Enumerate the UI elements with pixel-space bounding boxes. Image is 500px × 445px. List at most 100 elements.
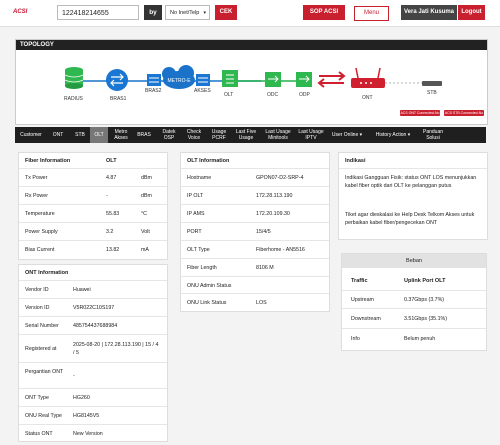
table-row: Tx Power 4.87 dBm	[19, 168, 167, 187]
tab-bras[interactable]: BRAS	[134, 127, 154, 143]
radius-label: RADIUS	[64, 96, 83, 102]
odp-icon	[296, 72, 312, 87]
table-row: ONT Type HG260	[19, 388, 167, 407]
load-col-traffic: Traffic	[351, 278, 368, 284]
load-panel: Beban Traffic Uplink Port OLT Upstream 0…	[341, 253, 487, 351]
stb-label: STB	[427, 90, 437, 96]
tab-user-online[interactable]: User Online ▾	[329, 127, 365, 143]
row-key: Power Supply	[25, 229, 58, 235]
ont-info-panel: ONT Information Vendor ID Huawei Version…	[18, 264, 168, 442]
row-key: Tx Power	[25, 175, 48, 181]
search-type-value: No Inet/Telp	[170, 10, 200, 16]
search-type-select[interactable]: No Inet/Telp ▾	[165, 5, 210, 20]
table-row: Info Belum penuh	[342, 328, 486, 349]
table-row: Version ID V5R022C10S197	[19, 298, 167, 317]
radius-icon	[64, 67, 84, 89]
row-key: Temperature	[25, 211, 55, 217]
table-row: OLT Type Fiberhome - AN5516	[181, 240, 329, 259]
row-value: 485754437688984	[73, 323, 118, 329]
tab-stb[interactable]: STB	[70, 127, 90, 143]
tab-panduan-solusi[interactable]: Panduan Solusi	[419, 127, 447, 143]
bras1-router-icon	[106, 69, 128, 91]
tab-last-usage-minitools[interactable]: Last Usage Minitools	[262, 127, 294, 143]
tab-ont[interactable]: ONT	[47, 127, 69, 143]
table-row: Power Supply 3.2 Volt	[19, 222, 167, 241]
odc-label: ODC	[267, 92, 279, 98]
row-unit: °C	[141, 211, 147, 217]
table-row: Vendor ID Huawei	[19, 280, 167, 299]
ont-label: ONT	[362, 95, 373, 101]
indication-panel: Indikasi Indikasi Gangguan Fisik: status…	[338, 152, 488, 240]
row-value: 15/4/5	[256, 229, 271, 235]
connection-arrows-icon	[317, 71, 346, 88]
tab-bar: Customer ONT STB OLT Metro Akses BRAS Da…	[15, 127, 486, 143]
indication-action-text: Tiket agar dieskalasi ke Help Desk Telko…	[345, 212, 475, 226]
row-unit: Volt	[141, 229, 150, 235]
app-logo[interactable]: ACSI	[13, 9, 27, 15]
logout-button[interactable]: Logout	[458, 5, 485, 20]
ont-acs-badge: ACS ONT Connected-No	[400, 110, 440, 116]
chevron-down-icon: ▾	[203, 10, 206, 16]
metro-cloud-icon: METRO-E	[162, 65, 195, 89]
search-input[interactable]: 122418214655	[57, 5, 139, 20]
row-value: V5R022C10S197	[73, 305, 115, 311]
row-key: ONU Link Status	[187, 300, 227, 306]
tab-last-five-usage[interactable]: Last Five Usage	[233, 127, 259, 143]
row-key: Pergantian ONT	[25, 369, 64, 375]
row-value: LOS	[256, 300, 267, 306]
odp-label: ODP	[299, 92, 310, 98]
check-button[interactable]: CEK	[215, 5, 237, 20]
row-key: PORT	[187, 229, 202, 235]
row-value: Huawei	[73, 287, 91, 293]
row-value: 0.37Gbps (3.7%)	[404, 297, 445, 303]
tab-usage-pcrf[interactable]: Usage PCRF	[208, 127, 230, 143]
sop-button[interactable]: SOP ACSI	[303, 5, 345, 20]
row-value: 3.2	[106, 229, 114, 235]
ont-info-title: ONT Information	[25, 270, 69, 276]
row-value: GPON07-D2-SRP-4	[256, 175, 304, 181]
odc-icon	[265, 72, 281, 87]
tab-history-action[interactable]: History Action ▾	[373, 127, 413, 143]
tab-metro-akses[interactable]: Metro Akses	[110, 127, 132, 143]
row-value: 8106 M	[256, 265, 274, 271]
akses-label: AKSES	[194, 88, 211, 94]
table-row: Bias Current 13.82 mA	[19, 240, 167, 259]
row-unit: dBm	[141, 193, 152, 199]
row-value: 3.51Gbps (35.1%)	[404, 316, 447, 322]
table-row: IP AMS 172.20.109.30	[181, 204, 329, 223]
tab-customer[interactable]: Customer	[17, 127, 45, 143]
table-row: ONU Link Status LOS	[181, 293, 329, 312]
olt-icon	[222, 70, 238, 87]
row-key: Serial Number	[25, 323, 59, 329]
table-row: Temperature 55.83 °C	[19, 204, 167, 223]
table-row: Downstream 3.51Gbps (35.1%)	[342, 308, 486, 329]
tab-olt[interactable]: OLT	[90, 127, 108, 143]
fiber-info-col: OLT	[106, 158, 117, 164]
row-unit: mA	[141, 247, 149, 253]
row-value: 4.87	[106, 175, 117, 181]
user-name[interactable]: Vera Jati Kusuma	[401, 5, 457, 20]
row-key: Hostname	[187, 175, 212, 181]
akses-switch-icon	[196, 74, 210, 86]
row-key: Registered at	[25, 346, 57, 352]
row-key: Fiber Length	[187, 265, 217, 271]
tab-check-voice[interactable]: Check Voice	[183, 127, 205, 143]
table-row: Serial Number 485754437688984	[19, 316, 167, 335]
row-key: Bias Current	[25, 247, 55, 253]
topology-panel: TOPOLOGY METRO-E RADIUS BRAS1 BRAS2 AKSE…	[15, 39, 488, 125]
menu-button[interactable]: Menu	[354, 6, 389, 21]
row-value: Belum penuh	[404, 336, 436, 342]
row-value: HG260	[73, 395, 90, 401]
row-value: New Version	[73, 431, 103, 437]
bras2-label: BRAS2	[145, 88, 162, 94]
fiber-info-title: Fiber Information	[25, 158, 71, 164]
row-key: Upstream	[351, 297, 374, 303]
tab-last-usage-iptv[interactable]: Last Usage IPTV	[296, 127, 326, 143]
table-row: ONU Real Type HG8145V5	[19, 406, 167, 425]
row-unit: dBm	[141, 175, 152, 181]
top-bar: ACSI 122418214655 by No Inet/Telp ▾ CEK …	[0, 0, 500, 27]
tab-datek-osp[interactable]: Datek OSP	[159, 127, 179, 143]
row-value: 172.28.113.190	[256, 193, 293, 199]
stb-icon	[422, 81, 442, 86]
row-key: ONU Admin Status	[187, 283, 232, 289]
